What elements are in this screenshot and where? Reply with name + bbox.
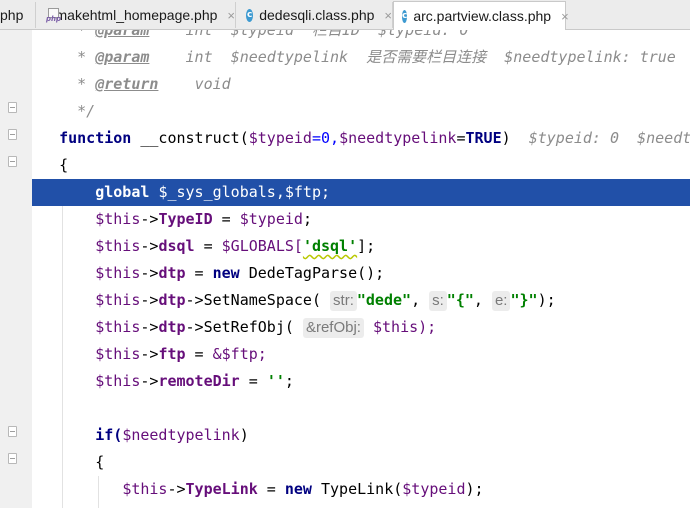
code-line: $this->ftp = &$ftp; [32, 341, 690, 368]
editor-tab-bar: php php makehtml_homepage.php × c dedesq… [0, 0, 690, 30]
close-icon[interactable]: × [227, 8, 235, 23]
code-line: $this->TypeLink = new TypeLink($typeid); [32, 476, 690, 503]
parameter-hint: s: [429, 291, 447, 311]
code-line: $this->dtp->SetNameSpace( str: "dede", s:… [32, 287, 690, 314]
php-file-icon: php [46, 8, 61, 23]
code-line: * @return void [77, 75, 231, 93]
code-line: $this->dtp = new DedeTagParse(); [32, 260, 690, 287]
code-line: * @param int $typeid 栏目ID $typeid: 0 [77, 30, 469, 39]
class-file-icon: c [246, 8, 254, 22]
tab-label: arc.partview.class.php [413, 8, 552, 24]
fold-marker-icon[interactable] [8, 156, 17, 167]
tab-label: makehtml_homepage.php [55, 7, 218, 23]
tab-label: php [0, 7, 24, 23]
parameter-hint: &refObj: [302, 318, 364, 338]
code-line: $this->TypeID = $typeid; [32, 206, 690, 233]
code-line-current: global $_sys_globals,$ftp; [32, 179, 690, 206]
code-line: * @param int $needtypelink 是否需要栏目连接 $nee… [77, 48, 676, 66]
code-line [32, 395, 690, 422]
code-line: function __construct($typeid=0,$needtype… [59, 129, 690, 147]
tab-arc-partview-class[interactable]: c arc.partview.class.php × [393, 1, 569, 30]
code-line: $this->dtp->SetRefObj( &refObj: $this); [32, 314, 690, 341]
code-line: { [59, 156, 69, 174]
code-editor[interactable]: * @param int $typeid 栏目ID $typeid: 0 * @… [32, 30, 690, 508]
code-line: $this->remoteDir = ''; [32, 368, 690, 395]
tab-dedesqli-class[interactable]: c dedesqli.class.php × [236, 2, 393, 28]
close-icon[interactable]: × [561, 9, 569, 24]
fold-marker-icon[interactable] [8, 426, 17, 437]
close-icon[interactable]: × [384, 8, 392, 23]
editor-gutter [0, 30, 32, 508]
parameter-hint: e: [491, 291, 511, 311]
code-line: */ [77, 102, 96, 120]
tab-label: dedesqli.class.php [259, 7, 375, 23]
fold-marker-icon[interactable] [8, 129, 17, 140]
code-line: { [32, 449, 690, 476]
class-file-icon: c [402, 9, 408, 23]
tab-php-partial[interactable]: php [0, 2, 36, 28]
parameter-hint: str: [330, 291, 357, 311]
code-line [32, 503, 690, 508]
fold-marker-icon[interactable] [8, 453, 17, 464]
code-line: if($needtypelink) [32, 422, 690, 449]
fold-marker-icon[interactable] [8, 102, 17, 113]
code-line: $this->dsql = $GLOBALS['dsql']; [32, 233, 690, 260]
tab-makehtml-homepage[interactable]: php makehtml_homepage.php × [36, 2, 236, 28]
